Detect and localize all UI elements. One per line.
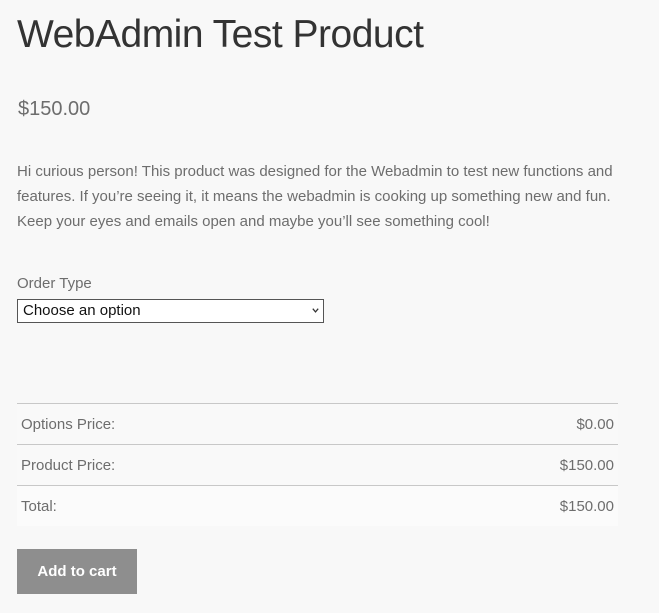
order-type-selected-value: Choose an option [23, 302, 141, 319]
product-title: WebAdmin Test Product [17, 13, 424, 56]
product-price-value: $150.00 [559, 456, 614, 474]
total-row: Total: $150.00 [17, 486, 618, 526]
options-price-value: $0.00 [576, 415, 614, 433]
total-value: $150.00 [559, 497, 614, 515]
price-totals-table: Options Price: $0.00 Product Price: $150… [17, 403, 618, 526]
order-type-label: Order Type [17, 275, 92, 292]
product-price: $150.00 [18, 98, 91, 120]
options-price-label: Options Price: [21, 415, 116, 433]
product-price-row: Product Price: $150.00 [17, 445, 618, 486]
options-price-row: Options Price: $0.00 [17, 404, 618, 445]
product-price-label: Product Price: [21, 456, 116, 474]
order-type-select[interactable]: Choose an option [17, 299, 324, 323]
total-label: Total: [21, 497, 57, 515]
chevron-down-icon [312, 308, 319, 313]
product-description: Hi curious person! This product was desi… [17, 163, 613, 230]
add-to-cart-button[interactable]: Add to cart [17, 549, 137, 594]
